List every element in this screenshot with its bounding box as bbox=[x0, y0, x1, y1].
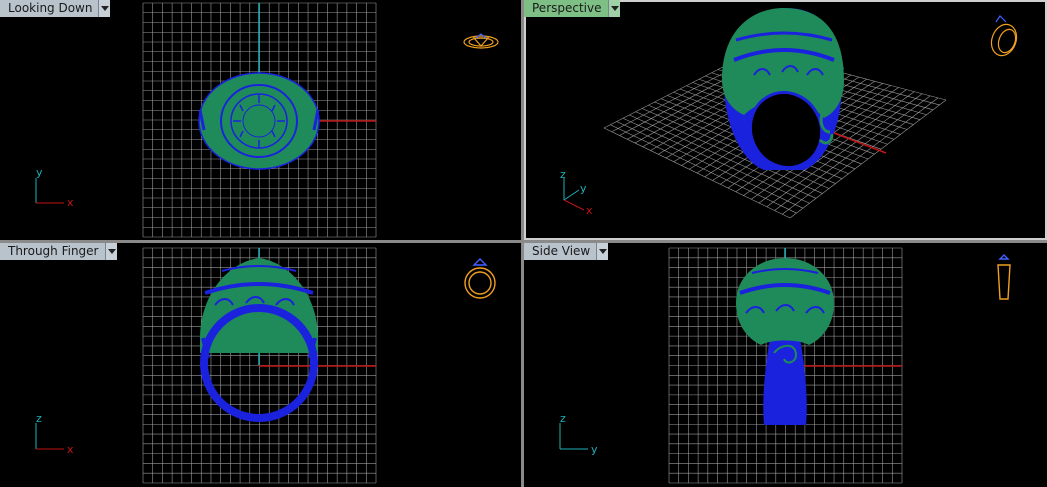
axis-label-v: y bbox=[36, 166, 43, 179]
axis-label-x: x bbox=[586, 204, 593, 217]
viewport-title[interactable]: Side View bbox=[524, 243, 598, 260]
viewport-menu-dropdown-icon[interactable] bbox=[105, 243, 117, 260]
viewport-tab-side-view[interactable]: Side View bbox=[524, 243, 609, 260]
viewport-canvas[interactable]: z x bbox=[0, 243, 521, 487]
axis-label-h: y bbox=[591, 443, 598, 456]
ring-orientation-icon bbox=[464, 258, 496, 299]
viewport-title[interactable]: Perspective bbox=[524, 0, 609, 17]
viewport-menu-dropdown-icon[interactable] bbox=[608, 0, 620, 17]
viewport-looking-down[interactable]: Looking Down y x bbox=[0, 0, 521, 240]
ring-model-front[interactable] bbox=[200, 258, 318, 422]
ring-orientation-icon bbox=[997, 254, 1011, 300]
viewport-menu-dropdown-icon[interactable] bbox=[99, 0, 111, 17]
viewport-tab-looking-down[interactable]: Looking Down bbox=[0, 0, 111, 17]
axis-label-v: z bbox=[36, 412, 42, 425]
viewport-title[interactable]: Through Finger bbox=[0, 243, 106, 260]
axis-triad: z x bbox=[35, 412, 74, 456]
viewport-canvas[interactable]: z y x bbox=[524, 0, 1047, 240]
viewport-side-view[interactable]: Side View z y bbox=[524, 243, 1047, 487]
viewport-menu-dropdown-icon[interactable] bbox=[597, 243, 609, 260]
viewport-canvas[interactable]: z y bbox=[524, 243, 1047, 487]
viewport-tab-through-finger[interactable]: Through Finger bbox=[0, 243, 117, 260]
ring-orientation-icon bbox=[463, 33, 499, 49]
viewport-title[interactable]: Looking Down bbox=[0, 0, 100, 17]
ring-model-side[interactable] bbox=[736, 258, 834, 425]
viewport-canvas[interactable]: y x bbox=[0, 0, 521, 240]
viewport-perspective[interactable]: Perspective z y x bbox=[524, 0, 1047, 240]
axis-triad: z y x bbox=[560, 168, 593, 217]
axis-label-y: y bbox=[580, 182, 587, 195]
ring-orientation-icon bbox=[990, 15, 1018, 57]
axis-triad: z y bbox=[559, 412, 598, 456]
axis-triad: y x bbox=[35, 166, 74, 209]
axis-label-v: z bbox=[560, 412, 566, 425]
ring-model-top[interactable] bbox=[198, 72, 320, 170]
axis-label-z: z bbox=[560, 168, 566, 181]
axis-label-h: x bbox=[67, 196, 74, 209]
viewport-tab-perspective[interactable]: Perspective bbox=[524, 0, 620, 17]
axis-label-h: x bbox=[67, 443, 74, 456]
viewport-through-finger[interactable]: Through Finger z x bbox=[0, 243, 521, 487]
